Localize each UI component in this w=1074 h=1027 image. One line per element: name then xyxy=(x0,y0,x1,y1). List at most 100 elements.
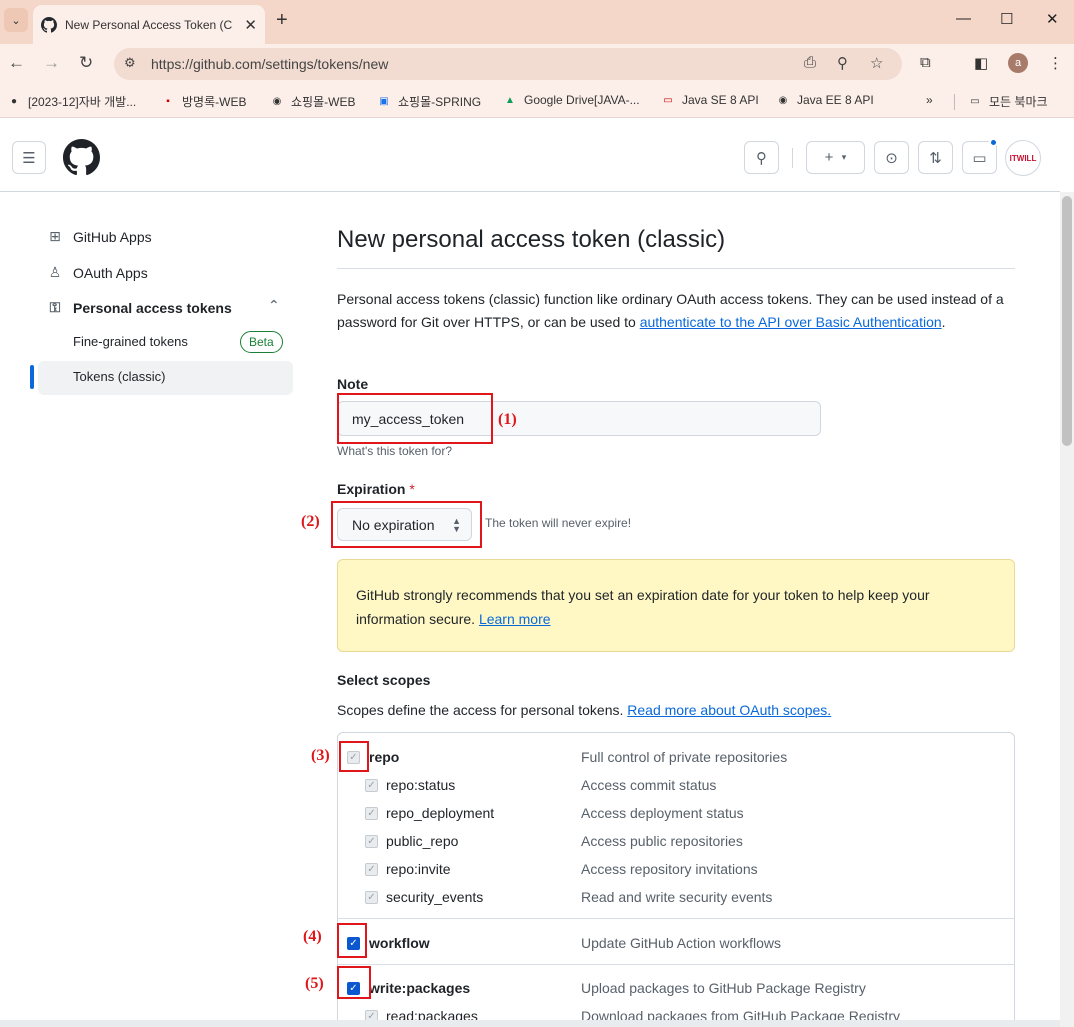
url-text: https://github.com/settings/tokens/new xyxy=(151,56,389,72)
annotation-label-5: (5) xyxy=(305,975,324,992)
bookmark-item[interactable]: ▲ Google Drive[JAVA-... xyxy=(502,93,640,107)
back-icon[interactable]: ← xyxy=(8,53,25,73)
side-panel-icon[interactable]: ◧ xyxy=(974,54,988,72)
bookmark-item[interactable]: ▣ 쇼핑몰-SPRING xyxy=(376,93,481,110)
scope-checkbox-security-events[interactable]: ✓ xyxy=(365,891,378,904)
chevron-down-icon: ▾ xyxy=(841,152,847,162)
expiration-hint: The token will never expire! xyxy=(485,516,632,530)
bookmarks-more[interactable]: » xyxy=(926,93,933,107)
site-info-icon[interactable]: ⚙ xyxy=(124,55,142,73)
bookmark-item[interactable]: ◉ Java EE 8 API xyxy=(775,93,874,107)
annotation-label-1: (1) xyxy=(498,411,517,428)
browser-tabstrip: ⌄ New Personal Access Token (C ✕ + — ☐ ✕ xyxy=(0,0,1074,44)
sidebar-item-label: GitHub Apps xyxy=(73,228,152,245)
tab-title: New Personal Access Token (C xyxy=(65,17,233,32)
scope-name: security_events xyxy=(386,889,484,905)
scrollbar-thumb[interactable] xyxy=(1062,196,1072,446)
scope-name: workflow xyxy=(369,935,430,951)
scope-name: repo:invite xyxy=(386,861,451,877)
sidebar-active-indicator xyxy=(30,365,34,389)
new-tab-icon[interactable]: + xyxy=(276,9,288,32)
chevron-up-icon[interactable]: ⌃ xyxy=(268,297,280,314)
hamburger-menu-icon[interactable]: ☰ xyxy=(12,141,46,174)
profile-avatar[interactable]: a xyxy=(1008,53,1028,73)
oauth-scopes-link[interactable]: Read more about OAuth scopes. xyxy=(627,702,831,718)
bookmark-star-icon[interactable]: ☆ xyxy=(870,54,883,72)
pull-requests-icon[interactable]: ⇅ xyxy=(918,141,953,174)
folder-icon: ▭ xyxy=(970,96,980,107)
window-close-icon[interactable]: ✕ xyxy=(1046,10,1059,28)
minimize-icon[interactable]: — xyxy=(956,10,971,27)
scope-name: public_repo xyxy=(386,833,459,849)
person-icon: ♙ xyxy=(48,264,62,280)
browser-toolbar: ← → ↻ ⚙ https://github.com/settings/toke… xyxy=(0,44,1074,84)
annotation-box-1 xyxy=(337,393,493,444)
issues-icon[interactable]: ⊙ xyxy=(874,141,909,174)
site-icon: ▪ xyxy=(166,96,170,107)
address-bar[interactable]: ⚙ https://github.com/settings/tokens/new… xyxy=(114,48,902,80)
sidebar-item-oauth-apps[interactable]: ♙ OAuth Apps xyxy=(46,264,148,281)
annotation-box-4 xyxy=(337,923,367,958)
tab-close-icon[interactable]: ✕ xyxy=(244,16,257,34)
reload-icon[interactable]: ↻ xyxy=(79,53,93,73)
bottom-strip xyxy=(0,1020,1060,1027)
forward-icon[interactable]: → xyxy=(43,53,60,73)
notification-dot xyxy=(989,138,998,147)
scope-checkbox-public-repo[interactable]: ✓ xyxy=(365,835,378,848)
create-new-button[interactable]: + ▾ xyxy=(806,141,865,174)
page-title: New personal access token (classic) xyxy=(337,226,726,253)
globe-icon: ◉ xyxy=(778,94,788,106)
oracle-icon: ▭ xyxy=(663,94,673,106)
apps-grid-icon: ⊞ xyxy=(49,228,61,244)
sidebar-item-label: Personal access tokens xyxy=(73,299,232,316)
divider xyxy=(954,93,955,110)
maximize-icon[interactable]: ☐ xyxy=(1000,10,1013,28)
scope-desc: Read and write security events xyxy=(581,889,773,905)
scope-desc: Access commit status xyxy=(581,777,717,793)
search-icon[interactable]: ⚲ xyxy=(744,141,779,174)
scope-desc: Full control of private repositories xyxy=(581,749,788,765)
basic-auth-link[interactable]: authenticate to the API over Basic Authe… xyxy=(640,314,942,330)
bookmarks-bar: ● [2023-12]자바 개발... ▪ 방명록-WEB ◉ 쇼핑몰-WEB ▣ 쇼핑… xyxy=(0,84,1074,118)
bookmark-item[interactable]: ▪ 방명록-WEB xyxy=(160,93,246,110)
extensions-icon[interactable]: ⧉ xyxy=(920,54,931,71)
annotation-box-5 xyxy=(337,966,371,999)
expiration-warning: GitHub strongly recommends that you set … xyxy=(337,559,1015,652)
scope-checkbox-repo-status[interactable]: ✓ xyxy=(365,779,378,792)
bookmark-item[interactable]: ▭ Java SE 8 API xyxy=(660,93,758,107)
scope-name: repo_deployment xyxy=(386,805,495,821)
github-logo-icon[interactable] xyxy=(63,139,100,176)
expiration-label: Expiration * xyxy=(337,481,415,497)
scopes-heading: Select scopes xyxy=(337,672,431,688)
sidebar-item-personal-access-tokens[interactable]: ⚿ Personal access tokens xyxy=(46,299,232,316)
browser-tab-active[interactable]: New Personal Access Token (C ✕ xyxy=(33,5,265,44)
scope-desc: Upload packages to GitHub Package Regist… xyxy=(581,980,866,996)
all-bookmarks-folder[interactable]: ▭ 모든 북마크 xyxy=(954,93,1048,110)
sidebar-item-tokens-classic[interactable]: Tokens (classic) xyxy=(73,369,165,384)
annotation-box-3 xyxy=(339,741,369,772)
install-app-icon[interactable]: ⎙ xyxy=(804,54,816,71)
sidebar-item-github-apps[interactable]: ⊞ GitHub Apps xyxy=(46,228,152,245)
annotation-label-4: (4) xyxy=(303,928,322,945)
scope-checkbox-repo-deployment[interactable]: ✓ xyxy=(365,807,378,820)
scopes-description: Scopes define the access for personal to… xyxy=(337,702,832,718)
scope-desc: Access repository invitations xyxy=(581,861,758,877)
divider xyxy=(338,918,1014,919)
github-favicon-icon xyxy=(41,16,57,33)
github-header: ☰ ⚲ + ▾ ⊙ ⇅ ▭ ITWILL xyxy=(0,122,1060,192)
bookmark-item[interactable]: ◉ 쇼핑몰-WEB xyxy=(269,93,356,110)
bookmark-item[interactable]: ● [2023-12]자바 개발... xyxy=(6,93,136,110)
browser-menu-icon[interactable]: ⋮ xyxy=(1048,54,1063,72)
sidebar-item-fine-grained[interactable]: Fine-grained tokens xyxy=(73,334,188,349)
annotation-label-2: (2) xyxy=(301,513,320,530)
beta-badge: Beta xyxy=(240,331,283,353)
annotation-box-2 xyxy=(331,501,482,548)
tab-search-chevron-icon[interactable]: ⌄ xyxy=(4,8,28,32)
annotation-label-3: (3) xyxy=(311,747,330,764)
globe-icon: ◉ xyxy=(272,96,282,107)
scope-checkbox-repo-invite[interactable]: ✓ xyxy=(365,863,378,876)
zoom-icon[interactable]: ⚲ xyxy=(837,54,848,72)
divider xyxy=(337,268,1015,269)
learn-more-link[interactable]: Learn more xyxy=(479,611,551,627)
user-avatar[interactable]: ITWILL xyxy=(1005,140,1041,176)
